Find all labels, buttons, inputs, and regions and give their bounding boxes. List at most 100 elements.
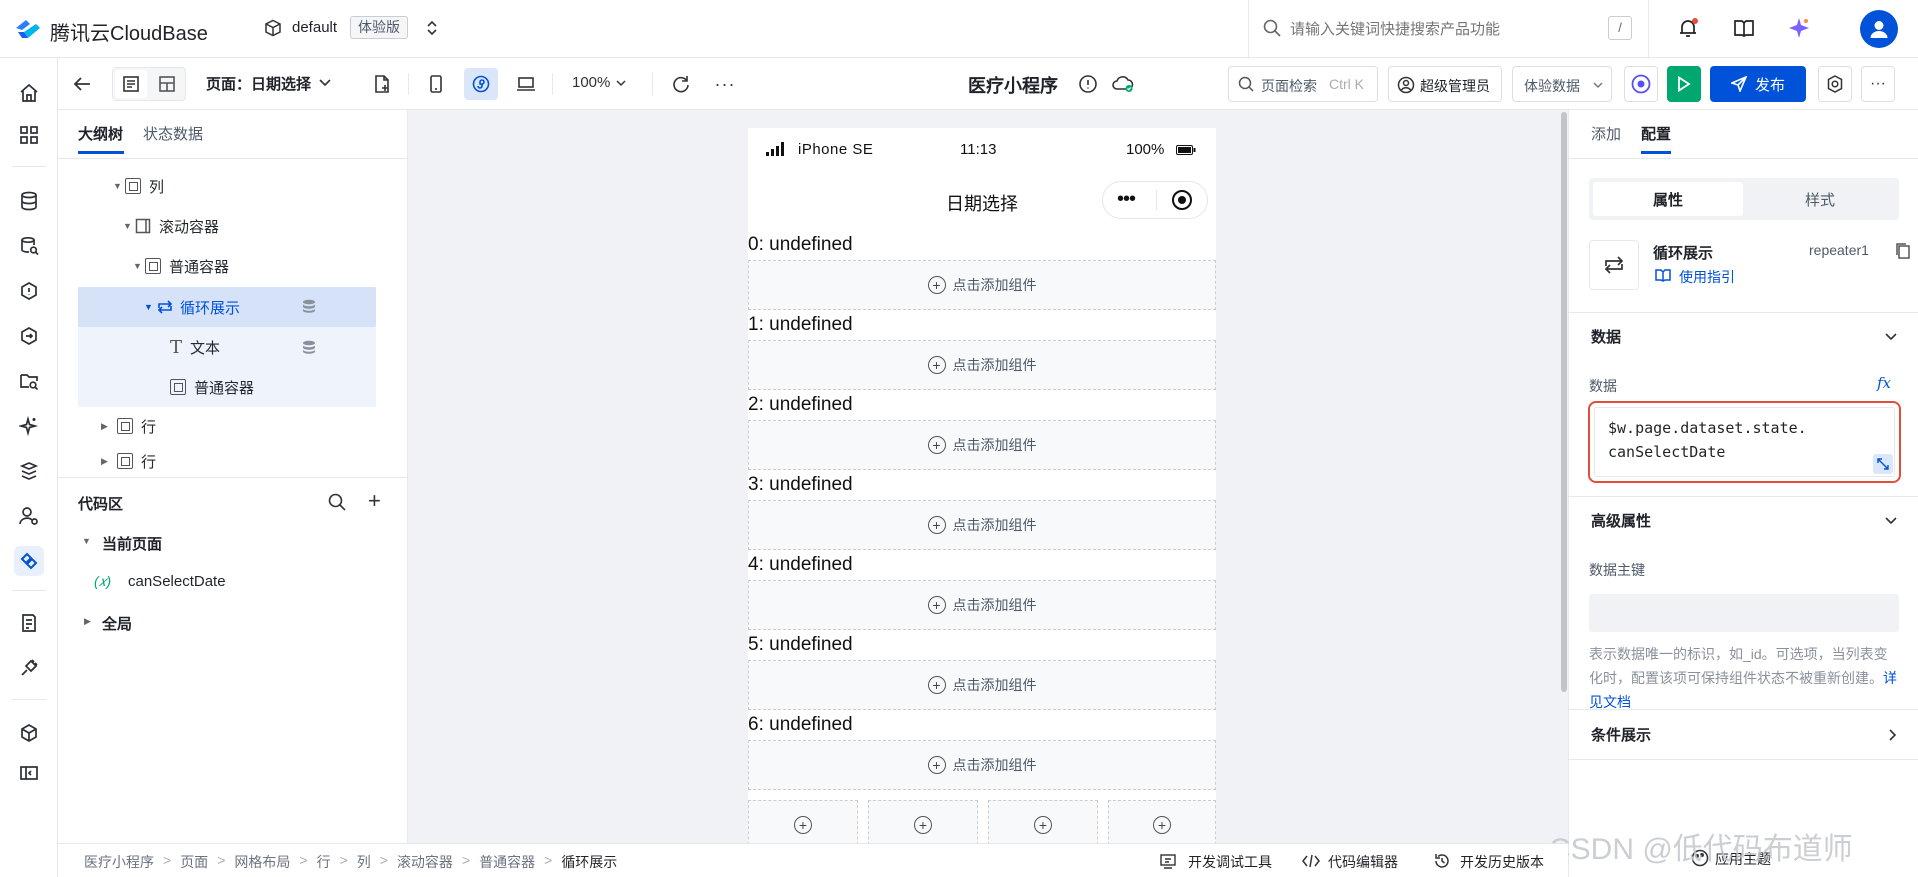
desktop-device-icon[interactable]	[512, 70, 540, 98]
add-component-dropzone[interactable]: + 点击添加组件	[748, 580, 1216, 630]
run-play-icon[interactable]	[1667, 66, 1701, 102]
add-component-dropzone[interactable]: + 点击添加组件	[748, 340, 1216, 390]
grid-cell-dropzone[interactable]: +	[748, 800, 858, 843]
add-component-dropzone[interactable]: + 点击添加组件	[748, 740, 1216, 790]
debug-tools-button[interactable]: 开发调试工具	[1188, 852, 1272, 872]
data-key-input[interactable]	[1589, 594, 1899, 632]
code-editor-button[interactable]: 代码编辑器	[1328, 852, 1398, 872]
capsule-more-icon[interactable]: •••	[1117, 188, 1136, 211]
canvas-scrollbar[interactable]	[1561, 112, 1567, 692]
caret-right-icon[interactable]: ▶	[84, 616, 91, 627]
breadcrumb-item[interactable]: 页面	[180, 852, 208, 872]
tree-node-inner-container[interactable]: 普通容器	[58, 368, 408, 406]
tree-node-text[interactable]: T 文本	[58, 328, 408, 366]
tree-node-scroll-container[interactable]: ▼ 滚动容器	[58, 207, 408, 245]
tab-add[interactable]: 添加	[1591, 123, 1621, 144]
subtab-properties[interactable]: 属性	[1593, 182, 1743, 216]
capsule-close-icon[interactable]	[1171, 189, 1193, 211]
page-view-icon[interactable]	[115, 70, 147, 98]
caret-down-icon[interactable]: ▼	[82, 536, 91, 546]
capsule-menu[interactable]: •••	[1102, 181, 1208, 219]
data-section-header[interactable]: 数据	[1569, 312, 1918, 360]
database-search-icon[interactable]	[14, 231, 44, 261]
add-component-dropzone[interactable]: + 点击添加组件	[748, 420, 1216, 470]
add-component-dropzone[interactable]: + 点击添加组件	[748, 500, 1216, 550]
preview-eye-icon[interactable]	[1624, 66, 1658, 102]
tree-node-column[interactable]: ▼ 列	[58, 167, 408, 205]
breadcrumb-item[interactable]: 列	[357, 852, 371, 872]
breadcrumb-item[interactable]: 普通容器	[479, 852, 535, 872]
guide-link[interactable]: 使用指引	[1679, 267, 1735, 287]
add-component-dropzone[interactable]: + 点击添加组件	[748, 260, 1216, 310]
chevron-down-icon[interactable]	[318, 76, 332, 90]
zoom-chevron-icon[interactable]	[614, 76, 628, 90]
env-name[interactable]: default	[292, 19, 337, 36]
collapse-sidebar-icon[interactable]	[14, 758, 44, 788]
stack-icon[interactable]	[14, 456, 44, 486]
report-icon[interactable]	[14, 608, 44, 638]
breadcrumb-item[interactable]: 滚动容器	[397, 852, 453, 872]
copy-icon[interactable]	[1895, 242, 1911, 260]
back-arrow-icon[interactable]	[70, 72, 94, 96]
cloudbase-logo-icon[interactable]	[14, 18, 42, 40]
zoom-level[interactable]: 100%	[572, 74, 610, 91]
user-settings-icon[interactable]	[14, 501, 44, 531]
code-variable-item[interactable]: canSelectDate	[128, 573, 226, 590]
ai-assistant-icon[interactable]	[1787, 16, 1811, 40]
layout-view-icon[interactable]	[151, 70, 183, 98]
code-add-icon[interactable]: +	[368, 490, 381, 512]
global-search-input[interactable]	[1290, 15, 1590, 43]
bell-icon[interactable]	[1677, 17, 1699, 39]
book-icon[interactable]	[1733, 18, 1755, 38]
mobile-device-icon[interactable]	[422, 70, 450, 98]
tree-node-row[interactable]: ▶ 行	[58, 407, 408, 445]
publish-button[interactable]: 发布	[1710, 66, 1806, 102]
database-icon[interactable]	[14, 186, 44, 216]
workflow-icon[interactable]	[14, 321, 44, 351]
grid-cell-dropzone[interactable]: +	[868, 800, 978, 843]
page-search-button[interactable]: 页面检索 Ctrl K	[1228, 66, 1378, 102]
refresh-icon[interactable]	[668, 71, 694, 97]
info-icon[interactable]	[1076, 72, 1100, 96]
breadcrumb-item[interactable]: 行	[317, 852, 331, 872]
grid-apps-icon[interactable]	[14, 120, 44, 150]
data-expression-input[interactable]: $w.page.dataset.state. canSelectDate	[1588, 401, 1901, 483]
expand-editor-icon[interactable]	[1873, 454, 1893, 474]
plug-icon[interactable]	[14, 653, 44, 683]
tab-config[interactable]: 配置	[1641, 123, 1671, 144]
sparkle-icon[interactable]	[14, 411, 44, 441]
tab-state-data[interactable]: 状态数据	[143, 123, 203, 144]
folder-search-icon[interactable]	[14, 366, 44, 396]
history-button[interactable]: 开发历史版本	[1460, 852, 1544, 872]
page-selector[interactable]: 页面：日期选择	[206, 73, 311, 94]
code-global[interactable]: 全局	[102, 613, 132, 634]
fx-expression-icon[interactable]: fx	[1877, 374, 1891, 392]
cube-settings-icon[interactable]	[14, 718, 44, 748]
miniprogram-device-icon[interactable]	[464, 68, 498, 100]
condition-section-header[interactable]: 条件展示	[1569, 709, 1918, 759]
new-page-icon[interactable]	[370, 72, 394, 96]
advanced-section-header[interactable]: 高级属性	[1569, 496, 1918, 544]
grid-cell-dropzone[interactable]: +	[1108, 800, 1216, 843]
home-icon[interactable]	[14, 78, 44, 108]
code-search-icon[interactable]	[328, 493, 346, 511]
breadcrumb-item[interactable]: 网格布局	[234, 852, 290, 872]
breadcrumb-item-current[interactable]: 循环展示	[561, 852, 617, 872]
grid-cell-dropzone[interactable]: +	[988, 800, 1098, 843]
lowcode-icon[interactable]	[14, 546, 44, 576]
data-mode-select[interactable]: 体验数据	[1512, 66, 1612, 102]
settings-gear-icon[interactable]	[1818, 66, 1852, 102]
tab-outline[interactable]: 大纲树	[78, 123, 123, 144]
tree-node-repeater[interactable]: ▼ 循环展示	[58, 288, 408, 326]
toolbar-more-icon[interactable]: ···	[1861, 66, 1895, 102]
code-current-page[interactable]: 当前页面	[102, 533, 162, 554]
cloud-sync-icon[interactable]	[1110, 72, 1136, 96]
tree-node-container[interactable]: ▼ 普通容器	[58, 247, 408, 285]
shield-icon[interactable]	[14, 276, 44, 306]
avatar[interactable]	[1860, 10, 1898, 48]
more-icon[interactable]: ···	[712, 71, 738, 97]
add-component-dropzone[interactable]: + 点击添加组件	[748, 660, 1216, 710]
tree-node-row[interactable]: ▶ 行	[58, 446, 408, 476]
breadcrumb-item[interactable]: 医疗小程序	[84, 852, 154, 872]
admin-role-button[interactable]: 超级管理员	[1388, 66, 1502, 102]
